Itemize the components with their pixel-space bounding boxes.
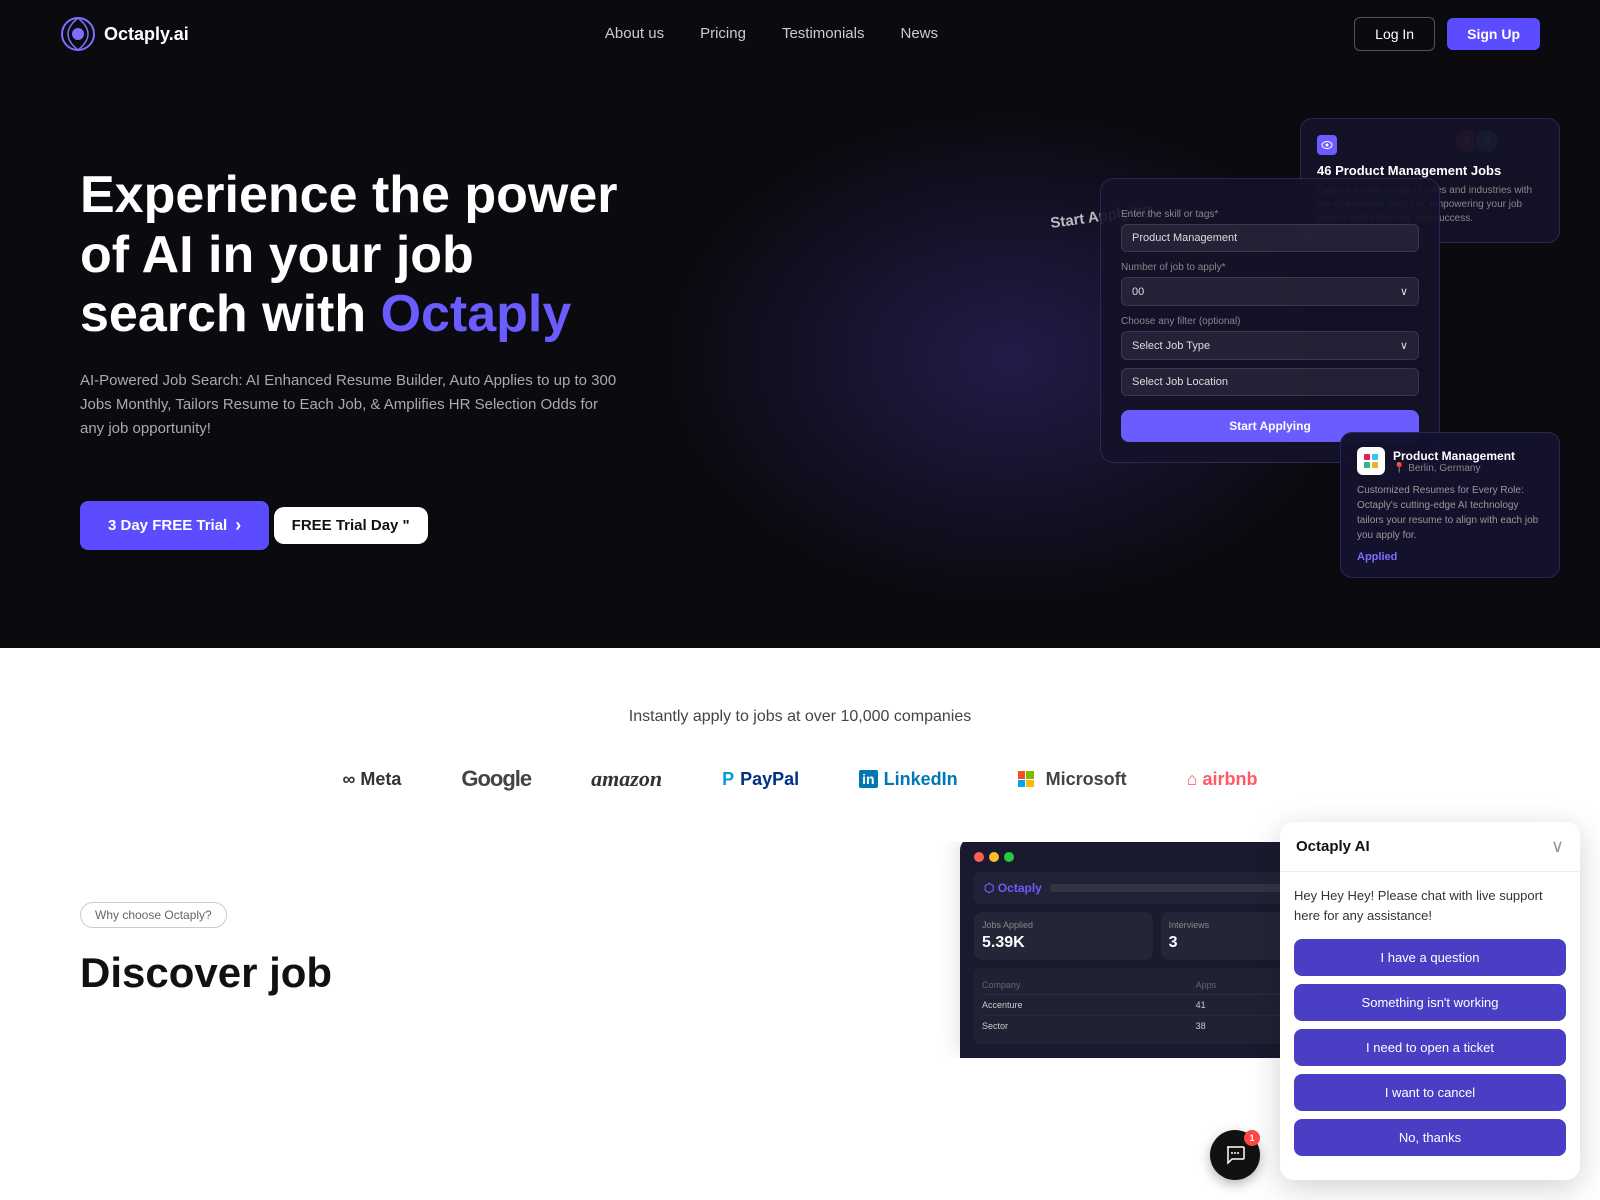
job-location-field: Select Job Location — [1121, 368, 1419, 396]
chat-fab-button[interactable]: 1 — [1210, 1130, 1260, 1180]
logo-text: Octaply.ai — [104, 24, 189, 45]
companies-title: Instantly apply to jobs at over 10,000 c… — [40, 708, 1560, 726]
navbar: Octaply.ai About us Pricing Testimonials… — [0, 0, 1600, 68]
login-button[interactable]: Log In — [1354, 17, 1435, 51]
chat-icon — [1224, 1144, 1246, 1166]
chat-message: Hey Hey Hey! Please chat with live suppo… — [1294, 886, 1566, 925]
linkedin-logo: in LinkedIn — [859, 769, 957, 790]
signup-button[interactable]: Sign Up — [1447, 18, 1540, 50]
question-button[interactable]: I have a question — [1294, 939, 1566, 976]
applied-status: Applied — [1357, 551, 1543, 563]
row2-company: Sector — [982, 1021, 1192, 1031]
job-type-field: Select Job Type ∨ — [1121, 331, 1419, 360]
hero-title: Experience the power of AI in your job s… — [80, 166, 620, 345]
amazon-logo: amazon — [591, 766, 662, 792]
hero-title-accent: Octaply — [381, 285, 572, 343]
nav-item-news[interactable]: News — [900, 25, 938, 43]
chat-widget: Octaply AI ∨ Hey Hey Hey! Please chat wi… — [1280, 822, 1580, 1180]
nav-item-testimonials[interactable]: Testimonials — [782, 25, 865, 43]
meta-logo: ∞ Meta — [343, 769, 402, 790]
product-desc: Customized Resumes for Every Role: Octap… — [1357, 483, 1543, 543]
nav-link-pricing[interactable]: Pricing — [700, 25, 746, 42]
companies-logos: ∞ Meta Google amazon PPayPal in LinkedIn… — [40, 766, 1560, 792]
number-field: 00 ∨ — [1121, 277, 1419, 306]
minimize-dot — [989, 852, 999, 862]
preview-logo: ⬡ Octaply — [984, 881, 1042, 895]
nav-item-about[interactable]: About us — [605, 25, 664, 43]
chat-header: Octaply AI ∨ — [1280, 822, 1580, 872]
apply-form-card: Enter the skill or tags* Product Managem… — [1100, 178, 1440, 463]
product-card-header: Product Management 📍 Berlin, Germany — [1357, 447, 1543, 475]
ticket-button[interactable]: I need to open a ticket — [1294, 1029, 1566, 1066]
google-logo: Google — [461, 766, 531, 792]
paypal-logo: PPayPal — [722, 769, 799, 790]
jobs-card-header — [1317, 135, 1543, 155]
skill-field: Product Management — [1121, 224, 1419, 252]
slack-icon — [1357, 447, 1385, 475]
trial-arrow: › — [235, 515, 241, 536]
nav-link-news[interactable]: News — [900, 25, 938, 42]
companies-section: Instantly apply to jobs at over 10,000 c… — [0, 648, 1600, 842]
field2-label: Number of job to apply* — [1121, 262, 1419, 273]
nav-links: About us Pricing Testimonials News — [605, 25, 938, 43]
hero-cards: S G 46 Product Management Jobs Explore a… — [1040, 118, 1560, 598]
chat-title: Octaply AI — [1296, 838, 1370, 855]
trial-button[interactable]: 3 Day FREE Trial › — [80, 501, 269, 550]
field1-label: Enter the skill or tags* — [1121, 209, 1419, 220]
discover-tag[interactable]: Why choose Octaply? — [80, 902, 227, 928]
field3-label: Choose any filter (optional) — [1121, 316, 1419, 327]
product-card: Product Management 📍 Berlin, Germany Cus… — [1340, 432, 1560, 578]
stat-card-1: Jobs Applied 5.39K — [974, 912, 1153, 960]
stat-value-1: 5.39K — [982, 934, 1145, 952]
thanks-button[interactable]: No, thanks — [1294, 1119, 1566, 1156]
hero-text: Experience the power of AI in your job s… — [80, 166, 620, 550]
chat-close-button[interactable]: ∨ — [1551, 836, 1564, 857]
nav-link-about[interactable]: About us — [605, 25, 664, 42]
product-location: 📍 Berlin, Germany — [1393, 463, 1515, 474]
not-working-button[interactable]: Something isn't working — [1294, 984, 1566, 1021]
eye-icon — [1317, 135, 1337, 155]
cancel-button[interactable]: I want to cancel — [1294, 1074, 1566, 1111]
logo-icon — [60, 16, 96, 52]
chat-body: Hey Hey Hey! Please chat with live suppo… — [1280, 872, 1580, 1180]
hero-section: Experience the power of AI in your job s… — [0, 68, 1600, 648]
product-title-group: Product Management 📍 Berlin, Germany — [1393, 449, 1515, 474]
logo[interactable]: Octaply.ai — [60, 16, 189, 52]
stat-label-1: Jobs Applied — [982, 920, 1145, 930]
notification-badge: 1 — [1244, 1130, 1260, 1146]
airbnb-logo: ⌂ airbnb — [1187, 769, 1258, 790]
jobs-count-title: 46 Product Management Jobs — [1317, 163, 1543, 178]
close-dot — [974, 852, 984, 862]
nav-link-testimonials[interactable]: Testimonials — [782, 25, 865, 42]
chevron-down-icon: ∨ — [1551, 836, 1564, 856]
microsoft-logo: Microsoft — [1018, 769, 1127, 790]
product-title: Product Management — [1393, 449, 1515, 463]
nav-actions: Log In Sign Up — [1354, 17, 1540, 51]
free-trial-text: FREE Trial Day " — [292, 517, 410, 534]
row1-company: Accenture — [982, 1000, 1192, 1010]
hero-subtitle: AI-Powered Job Search: AI Enhanced Resum… — [80, 369, 620, 441]
col-company: Company — [982, 980, 1192, 990]
maximize-dot — [1004, 852, 1014, 862]
free-trial-badge: FREE Trial Day " — [274, 507, 428, 544]
nav-item-pricing[interactable]: Pricing — [700, 25, 746, 43]
